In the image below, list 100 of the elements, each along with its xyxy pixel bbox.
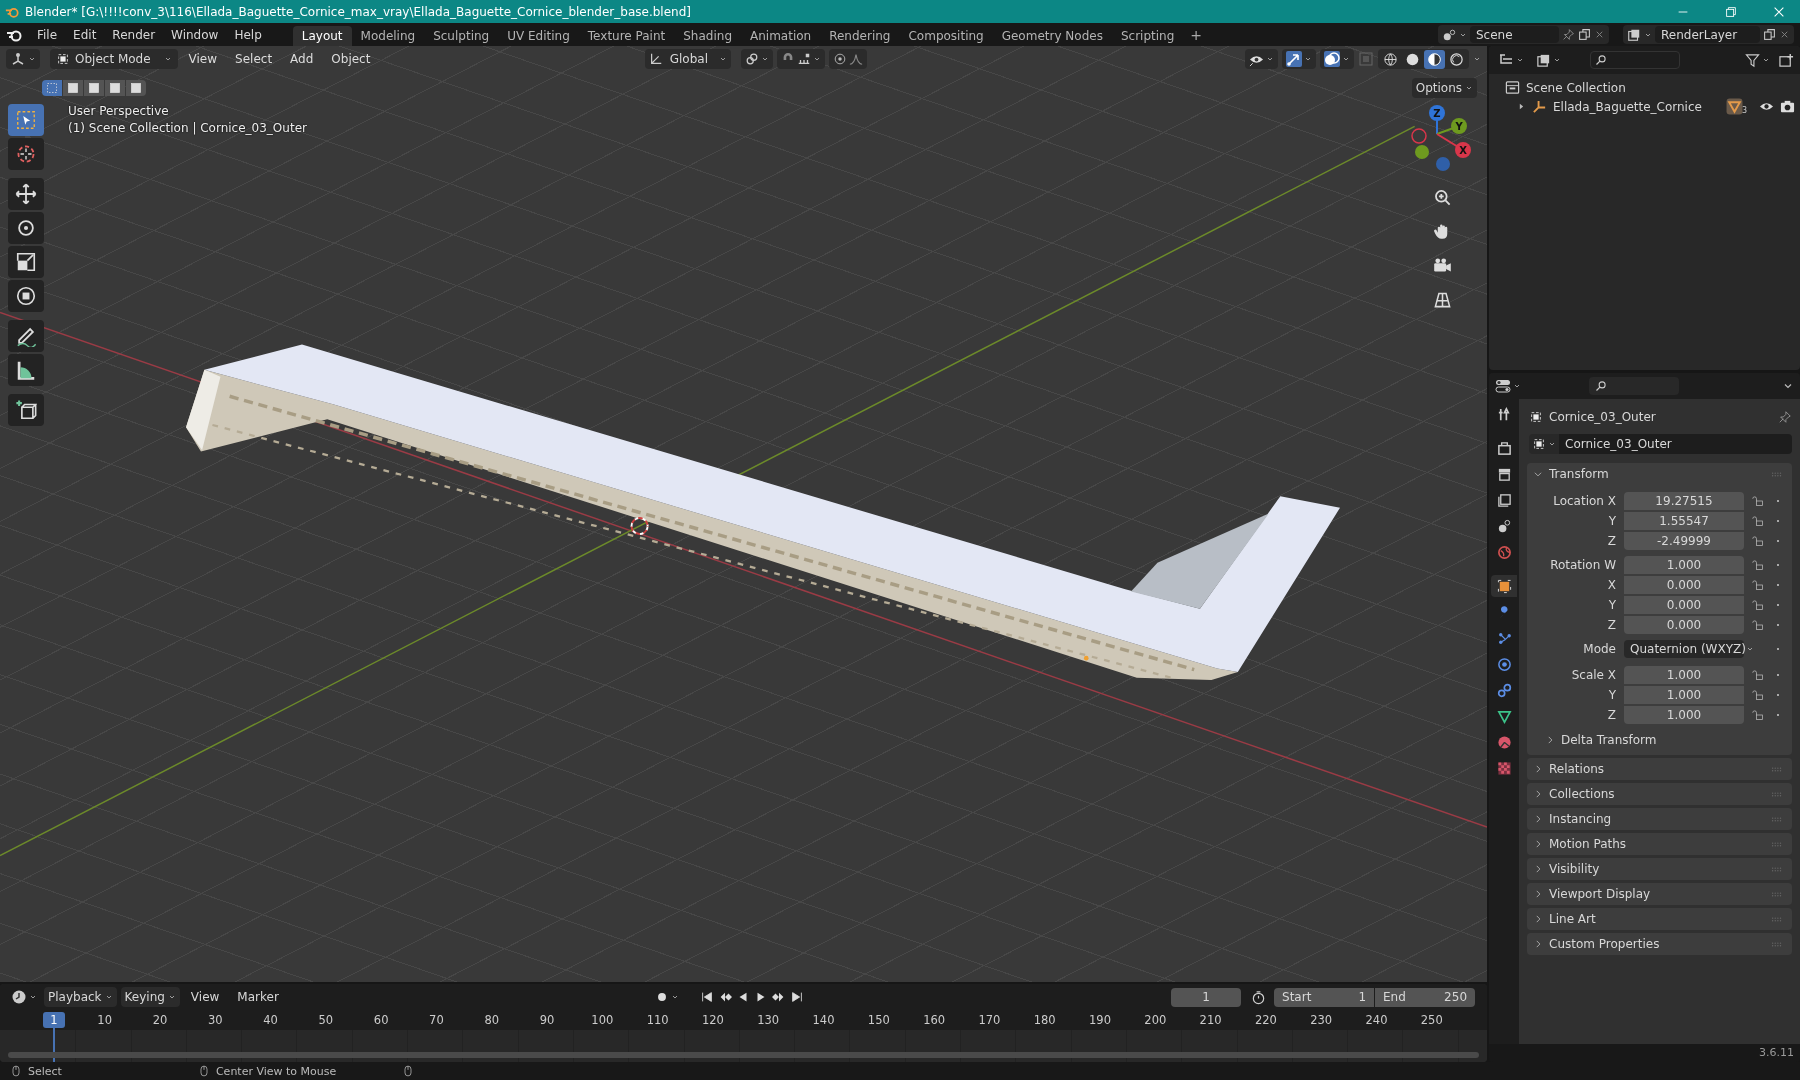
axis-handle[interactable] (1429, 105, 1445, 121)
number-field[interactable]: 1.000 (1624, 705, 1744, 724)
number-field[interactable]: 1.000 (1624, 665, 1744, 684)
expand-chevron-icon[interactable] (1545, 735, 1555, 745)
workspace-tab[interactable]: Rendering (820, 26, 900, 46)
number-field[interactable]: 1.000 (1624, 555, 1744, 574)
number-field[interactable]: -2.49999 (1624, 531, 1744, 550)
menu-item[interactable]: Object (324, 52, 378, 66)
menu-item[interactable]: File (30, 27, 65, 42)
number-field[interactable]: 0.000 (1624, 575, 1744, 594)
scene-field[interactable]: Scene (1470, 26, 1559, 43)
add-workspace-button[interactable]: + (1183, 26, 1210, 43)
caret-icon[interactable] (1473, 55, 1481, 63)
lock-icon[interactable] (1752, 708, 1764, 721)
rotate-tool[interactable] (8, 212, 44, 244)
select-box-tool[interactable] (8, 104, 44, 136)
editor-type-button[interactable] (6, 49, 40, 69)
menu-dropdown[interactable]: Keying (120, 987, 180, 1007)
workspace-tab[interactable]: Texture Paint (578, 26, 675, 46)
pin-icon[interactable] (1562, 28, 1575, 41)
start-frame-field[interactable]: Start 1 (1274, 987, 1374, 1007)
navigation-gizmo[interactable]: Z Y X (1407, 102, 1477, 176)
panel-header[interactable]: Visibility (1549, 862, 1600, 876)
menu-item[interactable]: Edit (66, 27, 104, 42)
menu-item[interactable]: Help (227, 27, 269, 42)
workspace-tab[interactable]: Modeling (351, 26, 425, 46)
menu-item[interactable]: View (181, 52, 225, 66)
lock-icon[interactable] (1752, 558, 1764, 571)
camera-icon[interactable] (1780, 99, 1795, 114)
jump-end-icon[interactable] (790, 990, 805, 1004)
axis-handle[interactable] (1455, 142, 1471, 158)
snap-button[interactable] (777, 49, 825, 69)
gizmo-button[interactable] (1282, 49, 1316, 69)
copy-icon[interactable] (1578, 28, 1591, 41)
selection-mode-button[interactable] (126, 79, 146, 96)
scale-tool[interactable] (8, 246, 44, 278)
workspace-tab[interactable]: Geometry Nodes (992, 26, 1112, 46)
pivot-button[interactable] (741, 49, 773, 69)
search-field[interactable] (1590, 51, 1680, 69)
cursor-tool[interactable] (8, 138, 44, 170)
visibility-button[interactable] (1245, 49, 1278, 69)
view-layer-field[interactable]: RenderLayer (1655, 26, 1760, 43)
menu-dropdown[interactable]: Playback (44, 987, 117, 1007)
negative-axis-handle[interactable] (1436, 157, 1450, 171)
subpanel-header[interactable]: Delta Transform (1561, 733, 1657, 747)
lock-icon[interactable] (1752, 578, 1764, 591)
keyframe-dot-icon[interactable] (1774, 645, 1782, 653)
expand-arrow-icon[interactable] (1517, 102, 1526, 111)
workspace-tab[interactable]: Sculpting (424, 26, 499, 46)
panel-header[interactable]: Line Art (1549, 912, 1596, 926)
maximize-icon[interactable] (1724, 4, 1738, 19)
panel-header[interactable]: Relations (1549, 762, 1605, 776)
previous-keyframe-icon[interactable] (718, 990, 733, 1004)
current-frame-field[interactable]: 1 (1171, 987, 1241, 1007)
jump-start-icon[interactable] (700, 990, 715, 1004)
panel-header[interactable]: Collections (1549, 787, 1615, 801)
outliner-item[interactable]: Scene Collection (1526, 80, 1626, 95)
expand-chevron-icon[interactable] (1533, 864, 1543, 874)
end-frame-field[interactable]: End 250 (1375, 987, 1475, 1007)
close-icon[interactable] (1779, 29, 1790, 40)
expand-chevron-icon[interactable] (1533, 889, 1543, 899)
selection-mode-button[interactable] (42, 79, 62, 96)
menu-item[interactable]: View (183, 990, 227, 1004)
menu-item[interactable]: Window (164, 27, 226, 42)
lock-icon[interactable] (1752, 534, 1764, 547)
selection-mode-button[interactable] (84, 79, 104, 96)
move-tool[interactable] (8, 178, 44, 210)
pin-icon[interactable] (1778, 410, 1792, 424)
transform-tool[interactable] (8, 280, 44, 312)
search-field[interactable] (1589, 377, 1679, 395)
menu-item[interactable]: Select (228, 52, 280, 66)
number-field[interactable]: 0.000 (1624, 595, 1744, 614)
negative-axis-handle[interactable] (1415, 145, 1429, 159)
axis-handle[interactable] (1451, 118, 1467, 134)
copy-icon[interactable] (1763, 28, 1776, 41)
expand-chevron-icon[interactable] (1533, 789, 1543, 799)
expand-chevron-icon[interactable] (1533, 469, 1543, 479)
expand-chevron-icon[interactable] (1533, 914, 1543, 924)
editor-type-button[interactable] (1495, 378, 1521, 394)
options-button[interactable]: Options (1411, 77, 1477, 98)
workspace-tab[interactable]: Shading (674, 26, 741, 46)
expand-chevron-icon[interactable] (1533, 939, 1543, 949)
selection-mode-button[interactable] (105, 79, 125, 96)
lock-icon[interactable] (1752, 618, 1764, 631)
overlays-button[interactable] (1320, 49, 1354, 69)
orientation-dropdown[interactable]: Global (644, 49, 731, 69)
workspace-tab[interactable]: Scripting (1111, 26, 1184, 46)
add-cube-tool[interactable] (8, 394, 44, 426)
horizontal-scrollbar[interactable] (8, 1052, 1479, 1058)
playhead-frame[interactable]: 1 (43, 1012, 65, 1028)
number-field[interactable]: 0.000 (1624, 615, 1744, 634)
menu-item[interactable]: Marker (230, 990, 286, 1004)
menu-item[interactable]: Render (105, 27, 163, 42)
menu-item[interactable]: Add (283, 52, 321, 66)
zoom-icon[interactable] (1432, 187, 1452, 207)
measure-tool[interactable] (8, 354, 44, 386)
panel-header[interactable]: Instancing (1549, 812, 1612, 826)
outliner-item[interactable]: Ellada_Baguette_Cornice (1553, 99, 1702, 114)
lock-icon[interactable] (1752, 688, 1764, 701)
proportional-edit-button[interactable] (829, 49, 867, 69)
